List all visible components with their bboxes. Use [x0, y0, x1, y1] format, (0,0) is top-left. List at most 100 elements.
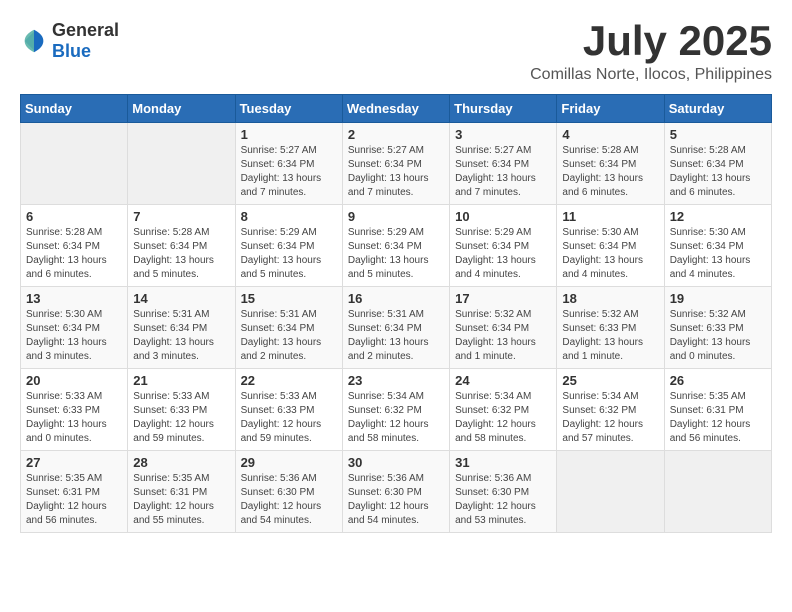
calendar-cell: 28 Sunrise: 5:35 AM Sunset: 6:31 PM Dayli… — [128, 451, 235, 533]
day-detail: Sunrise: 5:28 AM Sunset: 6:34 PM Dayligh… — [26, 226, 122, 282]
day-number: 3 — [455, 127, 551, 142]
calendar-cell: 27Sunrise: 5:35 AM Sunset: 6:31 PM Dayli… — [21, 451, 128, 533]
day-number: 31 — [455, 455, 551, 470]
logo-general: General — [52, 20, 119, 40]
calendar-body: 1Sunrise: 5:27 AM Sunset: 6:34 PM Daylig… — [21, 123, 772, 533]
calendar-cell: 9 Sunrise: 5:29 AM Sunset: 6:34 PM Daylig… — [342, 205, 449, 287]
page-title: July 2025 — [530, 20, 772, 62]
day-detail: Sunrise: 5:34 AM Sunset: 6:32 PM Dayligh… — [562, 390, 658, 446]
day-detail: Sunrise: 5:29 AM Sunset: 6:34 PM Dayligh… — [455, 226, 551, 282]
day-number: 20 — [26, 373, 122, 388]
calendar-cell: 15 Sunrise: 5:31 AM Sunset: 6:34 PM Dayli… — [235, 287, 342, 369]
day-number: 26 — [670, 373, 766, 388]
day-detail: Sunrise: 5:27 AM Sunset: 6:34 PM Dayligh… — [348, 144, 444, 200]
calendar-table: SundayMondayTuesdayWednesdayThursdayFrid… — [20, 94, 772, 533]
calendar-week-5: 27Sunrise: 5:35 AM Sunset: 6:31 PM Dayli… — [21, 451, 772, 533]
logo: General Blue — [20, 20, 119, 62]
day-detail: Sunrise: 5:29 AM Sunset: 6:34 PM Dayligh… — [241, 226, 337, 282]
day-detail: Sunrise: 5:34 AM Sunset: 6:32 PM Dayligh… — [348, 390, 444, 446]
day-detail: Sunrise: 5:34 AM Sunset: 6:32 PM Dayligh… — [455, 390, 551, 446]
day-number: 8 — [241, 209, 337, 224]
day-number: 2 — [348, 127, 444, 142]
day-number: 25 — [562, 373, 658, 388]
day-detail: Sunrise: 5:31 AM Sunset: 6:34 PM Dayligh… — [348, 308, 444, 364]
day-number: 16 — [348, 291, 444, 306]
day-number: 11 — [562, 209, 658, 224]
day-number: 14 — [133, 291, 229, 306]
day-detail: Sunrise: 5:27 AM Sunset: 6:34 PM Dayligh… — [241, 144, 337, 200]
page-header: General Blue July 2025 Comillas Norte, I… — [20, 20, 772, 84]
day-detail: Sunrise: 5:32 AM Sunset: 6:34 PM Dayligh… — [455, 308, 551, 364]
day-detail: Sunrise: 5:36 AM Sunset: 6:30 PM Dayligh… — [455, 472, 551, 528]
day-number: 15 — [241, 291, 337, 306]
header-row: SundayMondayTuesdayWednesdayThursdayFrid… — [21, 95, 772, 123]
page-subtitle: Comillas Norte, Ilocos, Philippines — [530, 66, 772, 84]
header-cell-sunday: Sunday — [21, 95, 128, 123]
day-detail: Sunrise: 5:27 AM Sunset: 6:34 PM Dayligh… — [455, 144, 551, 200]
day-detail: Sunrise: 5:32 AM Sunset: 6:33 PM Dayligh… — [670, 308, 766, 364]
logo-blue: Blue — [52, 41, 91, 61]
day-detail: Sunrise: 5:30 AM Sunset: 6:34 PM Dayligh… — [670, 226, 766, 282]
header-cell-thursday: Thursday — [450, 95, 557, 123]
day-detail: Sunrise: 5:30 AM Sunset: 6:34 PM Dayligh… — [26, 308, 122, 364]
day-detail: Sunrise: 5:33 AM Sunset: 6:33 PM Dayligh… — [26, 390, 122, 446]
calendar-cell: 21Sunrise: 5:33 AM Sunset: 6:33 PM Dayli… — [128, 369, 235, 451]
day-number: 24 — [455, 373, 551, 388]
day-detail: Sunrise: 5:28 AM Sunset: 6:34 PM Dayligh… — [562, 144, 658, 200]
day-detail: Sunrise: 5:35 AM Sunset: 6:31 PM Dayligh… — [670, 390, 766, 446]
header-cell-monday: Monday — [128, 95, 235, 123]
day-number: 29 — [241, 455, 337, 470]
day-number: 12 — [670, 209, 766, 224]
calendar-cell: 26 Sunrise: 5:35 AM Sunset: 6:31 PM Dayli… — [664, 369, 771, 451]
calendar-cell: 19Sunrise: 5:32 AM Sunset: 6:33 PM Dayli… — [664, 287, 771, 369]
day-detail: Sunrise: 5:28 AM Sunset: 6:34 PM Dayligh… — [670, 144, 766, 200]
day-detail: Sunrise: 5:29 AM Sunset: 6:34 PM Dayligh… — [348, 226, 444, 282]
day-number: 9 — [348, 209, 444, 224]
calendar-cell: 23 Sunrise: 5:34 AM Sunset: 6:32 PM Dayli… — [342, 369, 449, 451]
calendar-cell — [664, 451, 771, 533]
calendar-cell: 30 Sunrise: 5:36 AM Sunset: 6:30 PM Dayli… — [342, 451, 449, 533]
header-cell-tuesday: Tuesday — [235, 95, 342, 123]
day-number: 28 — [133, 455, 229, 470]
calendar-cell: 11 Sunrise: 5:30 AM Sunset: 6:34 PM Dayli… — [557, 205, 664, 287]
day-detail: Sunrise: 5:33 AM Sunset: 6:33 PM Dayligh… — [241, 390, 337, 446]
calendar-week-1: 1Sunrise: 5:27 AM Sunset: 6:34 PM Daylig… — [21, 123, 772, 205]
calendar-cell — [21, 123, 128, 205]
day-detail: Sunrise: 5:35 AM Sunset: 6:31 PM Dayligh… — [26, 472, 122, 528]
day-number: 4 — [562, 127, 658, 142]
calendar-cell: 2 Sunrise: 5:27 AM Sunset: 6:34 PM Daylig… — [342, 123, 449, 205]
calendar-cell: 5 Sunrise: 5:28 AM Sunset: 6:34 PM Daylig… — [664, 123, 771, 205]
title-area: July 2025 Comillas Norte, Ilocos, Philip… — [530, 20, 772, 84]
day-number: 30 — [348, 455, 444, 470]
calendar-cell: 14 Sunrise: 5:31 AM Sunset: 6:34 PM Dayli… — [128, 287, 235, 369]
header-cell-wednesday: Wednesday — [342, 95, 449, 123]
header-cell-friday: Friday — [557, 95, 664, 123]
day-number: 13 — [26, 291, 122, 306]
calendar-cell: 6 Sunrise: 5:28 AM Sunset: 6:34 PM Daylig… — [21, 205, 128, 287]
day-detail: Sunrise: 5:30 AM Sunset: 6:34 PM Dayligh… — [562, 226, 658, 282]
day-number: 6 — [26, 209, 122, 224]
calendar-cell: 13 Sunrise: 5:30 AM Sunset: 6:34 PM Dayli… — [21, 287, 128, 369]
calendar-cell: 1Sunrise: 5:27 AM Sunset: 6:34 PM Daylig… — [235, 123, 342, 205]
calendar-cell: 22 Sunrise: 5:33 AM Sunset: 6:33 PM Dayli… — [235, 369, 342, 451]
day-detail: Sunrise: 5:36 AM Sunset: 6:30 PM Dayligh… — [348, 472, 444, 528]
day-number: 7 — [133, 209, 229, 224]
day-number: 5 — [670, 127, 766, 142]
calendar-cell: 12 Sunrise: 5:30 AM Sunset: 6:34 PM Dayli… — [664, 205, 771, 287]
day-detail: Sunrise: 5:35 AM Sunset: 6:31 PM Dayligh… — [133, 472, 229, 528]
day-detail: Sunrise: 5:31 AM Sunset: 6:34 PM Dayligh… — [133, 308, 229, 364]
calendar-cell: 18Sunrise: 5:32 AM Sunset: 6:33 PM Dayli… — [557, 287, 664, 369]
day-number: 23 — [348, 373, 444, 388]
calendar-cell: 7 Sunrise: 5:28 AM Sunset: 6:34 PM Daylig… — [128, 205, 235, 287]
day-detail: Sunrise: 5:36 AM Sunset: 6:30 PM Dayligh… — [241, 472, 337, 528]
day-detail: Sunrise: 5:28 AM Sunset: 6:34 PM Dayligh… — [133, 226, 229, 282]
calendar-cell — [128, 123, 235, 205]
day-detail: Sunrise: 5:32 AM Sunset: 6:33 PM Dayligh… — [562, 308, 658, 364]
day-number: 22 — [241, 373, 337, 388]
calendar-cell: 17Sunrise: 5:32 AM Sunset: 6:34 PM Dayli… — [450, 287, 557, 369]
day-number: 21 — [133, 373, 229, 388]
header-cell-saturday: Saturday — [664, 95, 771, 123]
calendar-cell: 16 Sunrise: 5:31 AM Sunset: 6:34 PM Dayli… — [342, 287, 449, 369]
calendar-header: SundayMondayTuesdayWednesdayThursdayFrid… — [21, 95, 772, 123]
day-detail: Sunrise: 5:31 AM Sunset: 6:34 PM Dayligh… — [241, 308, 337, 364]
